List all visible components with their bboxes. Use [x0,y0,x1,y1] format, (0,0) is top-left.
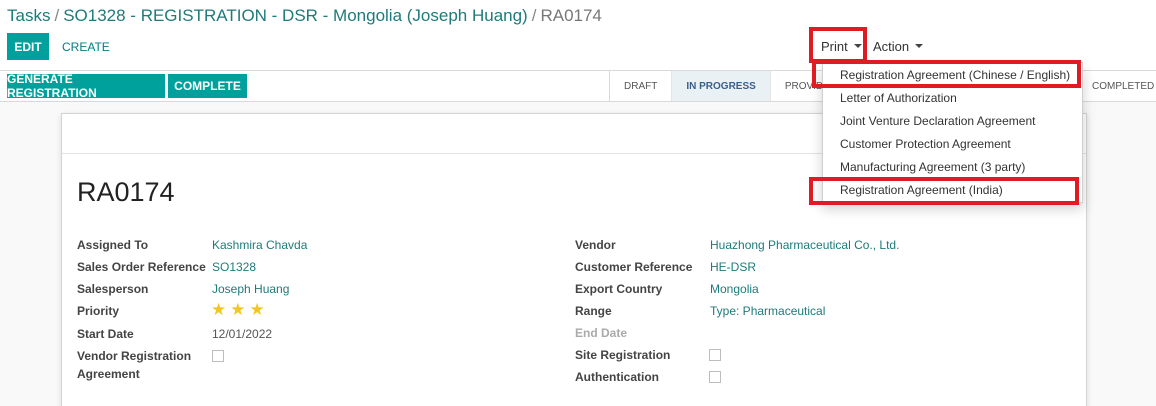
breadcrumb-separator: / [531,6,537,25]
export-country-value[interactable]: Mongolia [710,282,759,296]
authentication-label: Authentication [575,370,659,384]
breadcrumb-sales-order-link[interactable]: SO1328 - REGISTRATION - DSR - Mongolia (… [63,6,528,25]
stage-completed[interactable]: COMPLETED [1084,71,1156,101]
export-country-label: Export Country [575,282,663,296]
print-label: Print [821,38,848,54]
start-date-label: Start Date [77,327,134,341]
stage-draft[interactable]: DRAFT [610,71,673,101]
range-label: Range [575,304,612,318]
print-button[interactable]: Print [815,32,868,60]
salesperson-label: Salesperson [77,282,149,296]
authentication-checkbox[interactable] [709,371,721,383]
site-registration-checkbox[interactable] [709,349,721,361]
record-title: RA0174 [77,177,175,207]
vendor-label: Vendor [575,238,616,252]
priority-label: Priority [77,304,120,318]
complete-button[interactable]: COMPLETE [168,74,247,98]
sales-order-label: Sales Order Reference [77,260,206,274]
vendor-registration-checkbox[interactable] [212,350,224,362]
assigned-to-label: Assigned To [77,238,149,252]
end-date-label: End Date [575,326,628,340]
caret-down-icon [853,44,862,48]
breadcrumb-current: RA0174 [540,6,602,25]
action-button[interactable]: Action [868,32,928,60]
priority-stars: ★ ★ ★ [211,301,265,318]
control-panel: Tasks / SO1328 - REGISTRATION - DSR - Mong… [0,0,1156,71]
sales-order-value[interactable]: SO1328 [212,260,256,274]
star-icon[interactable]: ★ [211,301,226,318]
edit-button[interactable]: EDIT [7,33,49,60]
breadcrumb-tasks-link[interactable]: Tasks [7,6,50,25]
menu-item-letter-of-authorization[interactable]: Letter of Authorization [840,91,957,105]
star-icon[interactable]: ★ [250,301,265,318]
customer-reference-value[interactable]: HE-DSR [710,260,756,274]
range-value[interactable]: Type: Pharmaceutical [710,304,825,318]
menu-item-joint-venture-declaration[interactable]: Joint Venture Declaration Agreement [840,114,1035,128]
star-icon[interactable]: ★ [230,301,245,318]
start-date-value: 12/01/2022 [212,327,273,341]
create-button[interactable]: CREATE [56,33,116,60]
vendor-registration-label: Vendor Registration [77,349,192,363]
menu-item-registration-agreement-chinese-english[interactable]: Registration Agreement (Chinese / Englis… [840,68,1070,82]
salesperson-value[interactable]: Joseph Huang [212,282,289,296]
action-label: Action [873,38,910,54]
caret-down-icon [915,44,924,48]
print-dropdown-menu: Registration Agreement (Chinese / Englis… [822,62,1083,203]
stage-in-progress[interactable]: IN PROGRESS [672,71,771,101]
menu-item-manufacturing-agreement[interactable]: Manufacturing Agreement (3 party) [840,160,1025,174]
vendor-registration-label-line2: Agreement [77,367,140,381]
site-registration-label: Site Registration [575,348,671,362]
breadcrumb: Tasks / SO1328 - REGISTRATION - DSR - Mong… [7,6,602,26]
assigned-to-value[interactable]: Kashmira Chavda [212,238,307,252]
generate-registration-button[interactable]: GENERATE REGISTRATION [7,72,165,100]
menu-item-registration-agreement-india[interactable]: Registration Agreement (India) [840,183,1003,197]
stage-pipeline: DRAFT IN PROGRESS PROVIDE COMPLETED [609,71,1154,101]
vendor-value[interactable]: Huazhong Pharmaceutical Co., Ltd. [710,238,899,252]
menu-item-customer-protection-agreement[interactable]: Customer Protection Agreement [840,137,1011,151]
customer-reference-label: Customer Reference [575,260,693,274]
breadcrumb-separator: / [54,6,60,25]
